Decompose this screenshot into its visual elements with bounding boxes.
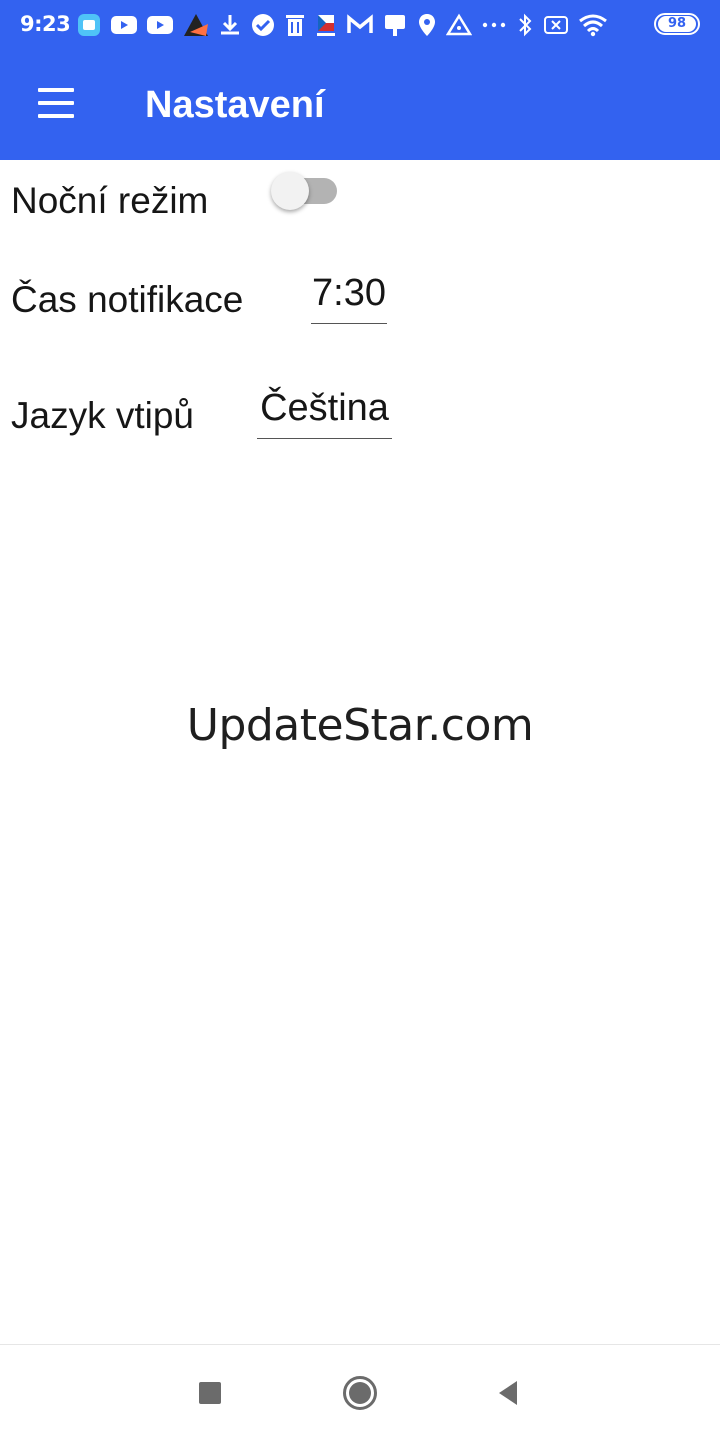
app-icon [78,14,100,36]
status-time: 9:23 [20,12,71,36]
notification-time-label: Čas notifikace [11,279,244,320]
battery-level: 98 [658,16,696,32]
status-icons [76,8,608,42]
sim-off-icon [544,16,568,34]
trash-icon [286,15,304,36]
youtube-icon [147,16,173,34]
youtube-icon [111,16,137,34]
location-icon [419,14,435,36]
check-icon [252,14,274,36]
status-bar: 9:23 98 [0,0,720,50]
notification-time-field[interactable]: 7:30 [311,272,387,324]
home-icon[interactable] [340,1373,380,1413]
toggle-thumb [271,172,309,210]
back-icon[interactable] [488,1373,528,1413]
joke-language-label: Jazyk vtipů [11,395,195,436]
navigation-bar [0,1344,720,1440]
app-bar: 9:23 98 Nastavení [0,0,720,160]
page-title: Nastavení [145,84,325,126]
warning-icon [446,13,472,36]
sign-icon [385,15,405,36]
download-icon [221,15,239,35]
night-mode-label: Noční režim [11,180,209,221]
bluetooth-icon [519,13,532,37]
night-mode-toggle[interactable] [271,170,341,214]
watermark: UpdateStar.com [186,700,534,751]
gmail-icon [347,14,373,33]
battery-icon: 98 [654,13,700,35]
wifi-icon [579,14,607,37]
recents-icon[interactable] [190,1373,230,1413]
app-icon [184,14,208,36]
menu-icon[interactable] [34,88,76,122]
more-icon [482,22,506,28]
joke-language-select[interactable]: Čeština [257,387,392,439]
flag-icon [317,15,335,36]
